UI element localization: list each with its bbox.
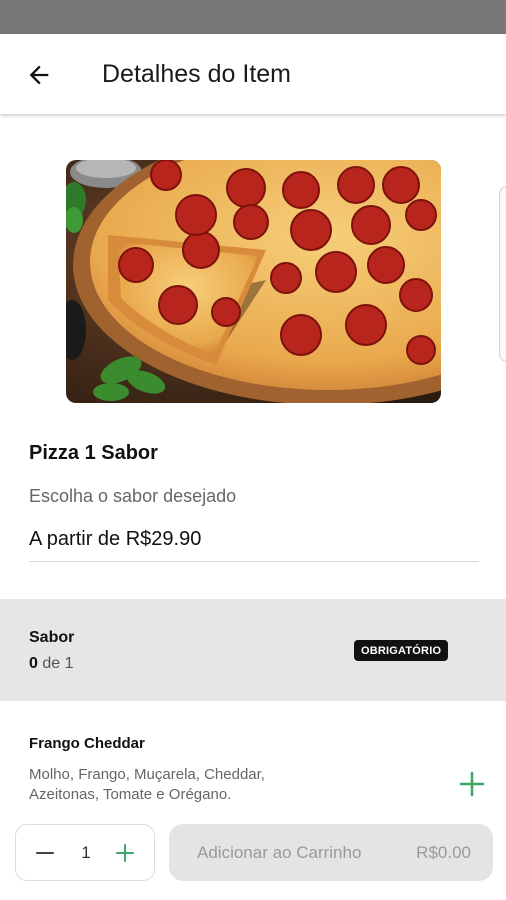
quantity-decrease-button[interactable] — [34, 842, 56, 864]
divider — [29, 561, 479, 562]
plus-icon — [116, 844, 134, 862]
option-description: Molho, Frango, Muçarela, Cheddar, Azeito… — [29, 766, 265, 803]
back-button[interactable] — [22, 58, 56, 92]
flavor-section-header: Sabor 0 de 1 OBRIGATÓRIO — [0, 599, 506, 701]
required-badge: OBRIGATÓRIO — [354, 640, 449, 661]
selection-max: de 1 — [37, 655, 74, 672]
section-title: Sabor — [29, 629, 75, 646]
pepperoni-pizza-photo — [66, 160, 441, 403]
quantity-stepper: 1 — [15, 824, 155, 881]
product-description: Escolha o sabor desejado — [29, 486, 237, 506]
quantity-increase-button[interactable] — [114, 842, 136, 864]
option-name: Frango Cheddar — [29, 735, 145, 752]
status-bar — [0, 0, 506, 34]
minus-icon — [36, 852, 54, 854]
add-to-cart-button[interactable]: Adicionar ao Carrinho R$0.00 — [169, 824, 493, 881]
option-item[interactable]: Frango Cheddar Molho, Frango, Muçarela, … — [0, 720, 506, 820]
option-add-button[interactable] — [456, 768, 488, 800]
plus-icon — [459, 771, 485, 797]
add-to-cart-price: R$0.00 — [416, 843, 471, 862]
product-price: A partir de R$29.90 — [29, 528, 202, 550]
product-name: Pizza 1 Sabor — [29, 442, 158, 464]
arrow-left-icon — [29, 65, 49, 85]
carousel-edge-indicator[interactable] — [499, 186, 506, 362]
selected-count: 0 — [29, 655, 38, 672]
quantity-value: 1 — [81, 843, 91, 862]
add-to-cart-label: Adicionar ao Carrinho — [197, 843, 362, 862]
page-title: Detalhes do Item — [102, 60, 291, 88]
app-bar: Detalhes do Item — [0, 34, 506, 114]
product-image — [66, 160, 441, 403]
section-selection-count: 0 de 1 — [29, 655, 74, 673]
